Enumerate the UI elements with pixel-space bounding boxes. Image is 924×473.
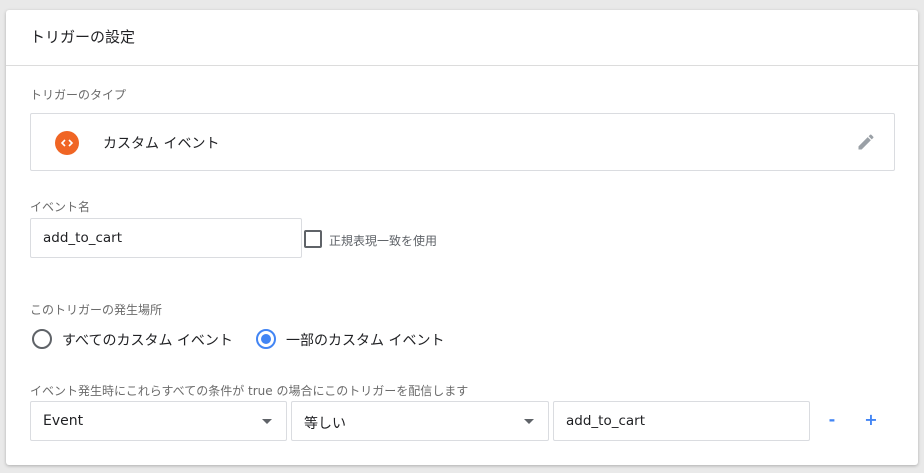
event-name-input[interactable] <box>30 218 302 258</box>
remove-condition-button[interactable]: - <box>822 408 842 432</box>
trigger-type-label: トリガーのタイプ <box>30 88 127 102</box>
radio-selected-dot <box>261 334 271 344</box>
condition-value-input[interactable] <box>553 401 810 441</box>
checkbox-box[interactable] <box>304 230 322 248</box>
chevron-down-icon <box>524 419 534 424</box>
regex-checkbox-label: 正規表現一致を使用 <box>329 234 438 248</box>
chevron-down-icon <box>262 419 272 424</box>
operator-select-value: 等しい <box>304 416 346 432</box>
card-header: トリガーの設定 <box>6 10 918 66</box>
variable-select[interactable]: Event <box>30 401 287 441</box>
radio-some-events[interactable] <box>256 329 276 349</box>
trigger-type-value: カスタム イベント <box>103 136 220 152</box>
trigger-config-card: トリガーの設定 トリガーのタイプ カスタム イベント イベント名 正規表現一致を… <box>6 10 918 465</box>
radio-all-events[interactable] <box>32 329 52 349</box>
variable-select-value: Event <box>43 413 84 429</box>
conditions-label: イベント発生時にこれらすべての条件が true の場合にこのトリガーを配信します <box>30 384 469 398</box>
event-name-label: イベント名 <box>30 200 91 214</box>
trigger-type-selector[interactable]: カスタム イベント <box>30 113 895 171</box>
card-title: トリガーの設定 <box>30 28 136 46</box>
fire-on-label: このトリガーの発生場所 <box>30 303 163 317</box>
radio-some-events-label[interactable]: 一部のカスタム イベント <box>286 330 444 350</box>
pencil-icon[interactable] <box>856 132 876 156</box>
add-condition-button[interactable]: + <box>861 408 881 432</box>
radio-all-events-label[interactable]: すべてのカスタム イベント <box>62 330 233 350</box>
custom-event-icon <box>55 131 79 155</box>
operator-select[interactable]: 等しい <box>291 401 549 441</box>
